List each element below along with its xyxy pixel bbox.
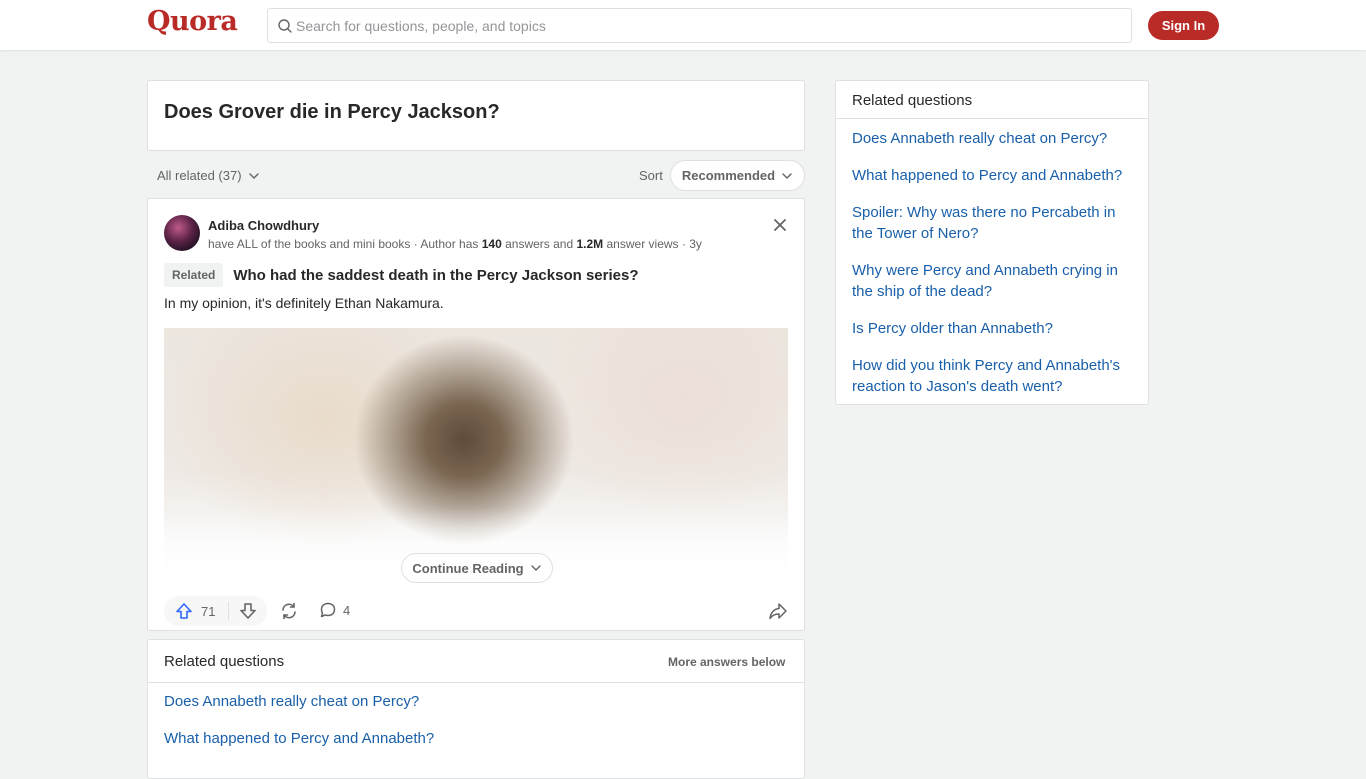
related-questions-header: Related questions More answers below	[148, 640, 804, 683]
sidebar-question-link[interactable]: Is Percy older than Annabeth?	[852, 318, 1137, 339]
cred-mid: answers and	[501, 237, 577, 251]
downvote-button[interactable]	[229, 596, 267, 626]
answer-card: Adiba Chowdhury have ALL of the books an…	[147, 198, 805, 631]
vote-pill: 71	[164, 596, 267, 626]
search-icon	[278, 19, 292, 33]
related-questions-title: Related questions	[164, 653, 285, 670]
chevron-down-icon	[782, 172, 792, 179]
author-credential: have ALL of the books and mini books · A…	[208, 237, 702, 251]
related-question-row: Related Who had the saddest death in the…	[164, 263, 638, 287]
quora-logo[interactable]: Quora	[147, 6, 238, 37]
all-related-label: All related (37)	[157, 168, 242, 183]
blurred-answer-image	[164, 328, 788, 588]
sort-value: Recommended	[681, 168, 776, 183]
author-name[interactable]: Adiba Chowdhury	[208, 218, 319, 233]
question-card: Does Grover die in Percy Jackson?	[147, 80, 805, 151]
comment-count: 4	[343, 602, 351, 618]
sidebar-header: Related questions	[836, 81, 1148, 119]
more-answers-below-label: More answers below	[668, 655, 786, 669]
sign-in-button[interactable]: Sign In	[1148, 11, 1219, 40]
sidebar-question-link[interactable]: Why were Percy and Annabeth crying in th…	[852, 260, 1137, 302]
answer-actions: 71 4	[164, 596, 790, 626]
sidebar-related-questions: Related questions Does Annabeth really c…	[835, 80, 1149, 405]
sidebar-question-link[interactable]: What happened to Percy and Annabeth?	[852, 165, 1137, 186]
related-question-link[interactable]: Does Annabeth really cheat on Percy?	[164, 693, 419, 710]
answer-filter-bar: All related (37) Sort Recommended	[147, 160, 805, 192]
views-count: 1.2M	[576, 237, 604, 251]
downvote-icon	[240, 603, 256, 619]
sidebar-question-link[interactable]: How did you think Percy and Annabeth's r…	[852, 355, 1137, 397]
sidebar-question-link[interactable]: Spoiler: Why was there no Percabeth in t…	[852, 202, 1137, 244]
cred-suffix: answer views · 3y	[603, 237, 702, 251]
question-title: Does Grover die in Percy Jackson?	[164, 101, 500, 123]
search-input[interactable]	[296, 9, 1126, 42]
search-box[interactable]	[267, 8, 1132, 43]
comments-button[interactable]: 4	[319, 601, 350, 619]
upvote-count: 71	[201, 603, 216, 619]
continue-reading-label: Continue Reading	[412, 560, 524, 576]
related-badge: Related	[164, 263, 224, 287]
top-navigation-bar: Quora Sign In	[0, 0, 1366, 50]
comment-icon	[320, 602, 336, 618]
related-question-link[interactable]: Who had the saddest death in the Percy J…	[233, 267, 638, 284]
answers-count: 140	[481, 237, 502, 251]
avatar[interactable]	[164, 215, 200, 251]
answer-snippet: In my opinion, it's definitely Ethan Nak…	[164, 295, 444, 311]
related-questions-inline-card: Related questions More answers below Doe…	[147, 639, 805, 779]
continue-reading-button[interactable]: Continue Reading	[401, 553, 553, 583]
share-icon[interactable]	[279, 601, 299, 621]
chevron-down-icon	[248, 172, 259, 179]
chevron-down-icon	[530, 565, 541, 571]
cred-prefix: have ALL of the books and mini books · A…	[208, 237, 482, 251]
related-question-link[interactable]: What happened to Percy and Annabeth?	[164, 730, 434, 747]
sort-label: Sort	[639, 168, 663, 183]
sidebar-title: Related questions	[852, 92, 973, 109]
sidebar-question-link[interactable]: Does Annabeth really cheat on Percy?	[852, 128, 1137, 149]
all-related-dropdown[interactable]: All related (37)	[157, 168, 260, 183]
close-icon[interactable]	[770, 215, 790, 235]
upvote-button[interactable]: 71	[164, 596, 228, 626]
upvote-icon	[176, 603, 192, 619]
sort-dropdown[interactable]: Recommended	[670, 160, 805, 191]
forward-icon[interactable]	[768, 601, 788, 621]
